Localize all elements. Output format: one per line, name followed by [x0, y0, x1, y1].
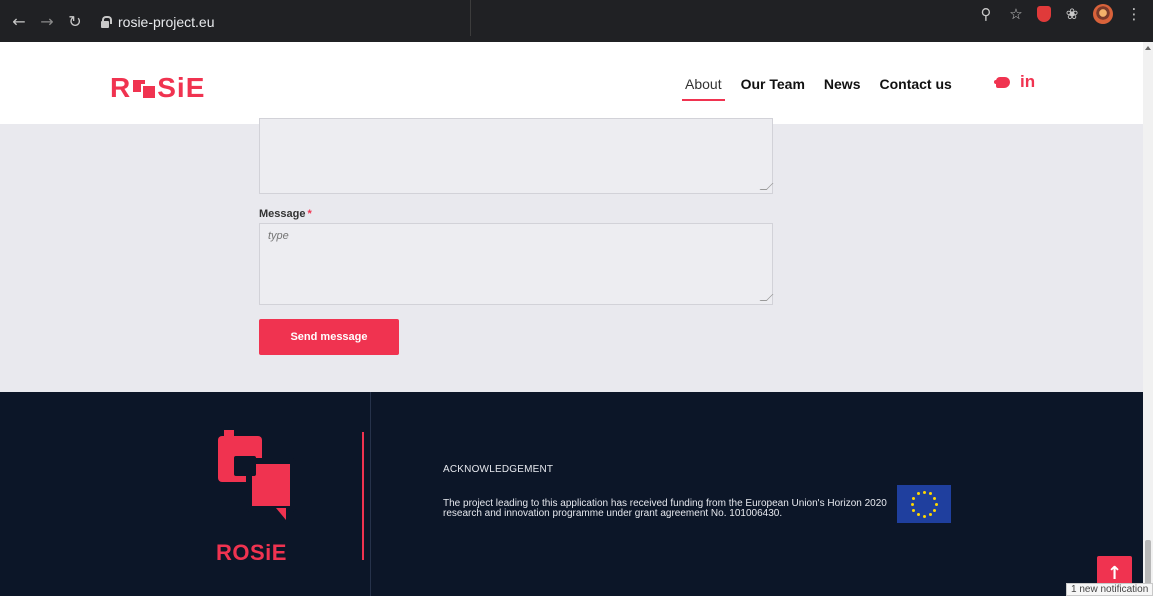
eu-star: [912, 508, 916, 512]
toolbar-actions: ⚲ ☆ ❀ ⋮: [977, 4, 1143, 24]
puzzle-extensions-icon[interactable]: ❀: [1063, 5, 1081, 23]
address-bar[interactable]: rosie-project.eu: [100, 0, 1060, 36]
nav-our-team[interactable]: Our Team: [741, 76, 805, 92]
previous-field-textarea[interactable]: [259, 118, 773, 194]
social-links: in: [994, 73, 1035, 90]
site-footer: ROSiE ACKNOWLEDGEMENT The project leadin…: [0, 392, 1143, 596]
eu-star: [916, 492, 920, 496]
eu-star: [928, 512, 932, 516]
logo-tail: [276, 508, 286, 520]
eu-star: [928, 492, 932, 496]
eu-star: [932, 496, 936, 500]
eu-star: [934, 502, 938, 506]
nav-contact-us[interactable]: Contact us: [879, 76, 951, 92]
acknowledgement-text: The project leading to this application …: [443, 498, 887, 519]
shield-extension-icon[interactable]: [1037, 6, 1051, 22]
eu-star: [922, 490, 926, 494]
contact-form: Message* Send message: [0, 118, 1143, 392]
required-mark: *: [307, 208, 312, 220]
acknowledgement-title: ACKNOWLEDGEMENT: [443, 464, 554, 475]
logo-letters-sie: SiE: [157, 72, 206, 103]
eu-flag-icon: [897, 485, 951, 523]
page: ← → ↻ rosie-project.eu ⚲ ☆ ❀ ⋮ R SiE Abou…: [0, 0, 1153, 596]
footer-logo-icon: [218, 430, 298, 528]
main-nav: About Our Team News Contact us: [682, 76, 971, 101]
zoom-icon[interactable]: ⚲: [977, 5, 995, 23]
lock-icon: [100, 16, 112, 28]
eu-star: [916, 512, 920, 516]
footer-divider: [362, 432, 364, 560]
omnibox-row: ← → ↻ rosie-project.eu: [8, 0, 1145, 36]
url-separator: [470, 0, 471, 36]
nav-news[interactable]: News: [824, 76, 861, 92]
message-label: Message *: [259, 208, 312, 220]
footer-brand-name: ROSiE: [216, 540, 287, 565]
message-label-text: Message: [259, 208, 306, 220]
page-scrollbar[interactable]: [1143, 42, 1153, 596]
eu-star: [910, 502, 914, 506]
logo-square-icon: [133, 78, 158, 100]
twitter-icon[interactable]: [994, 75, 1012, 89]
browser-toolbar: ← → ↻ rosie-project.eu ⚲ ☆ ❀ ⋮: [0, 0, 1153, 42]
bookmark-star-icon[interactable]: ☆: [1007, 5, 1025, 23]
eu-star: [932, 508, 936, 512]
message-textarea[interactable]: [259, 223, 773, 305]
url-text: rosie-project.eu: [118, 14, 215, 30]
site-header: R SiE About Our Team News Contact us in: [0, 42, 1143, 124]
eu-star: [912, 496, 916, 500]
logo-cutout: [234, 456, 256, 476]
linkedin-icon[interactable]: in: [1020, 73, 1035, 90]
send-message-button[interactable]: Send message: [259, 319, 399, 355]
reload-icon[interactable]: ↻: [64, 11, 86, 33]
menu-kebab-icon[interactable]: ⋮: [1125, 5, 1143, 23]
footer-seam: [370, 392, 371, 596]
notification-tooltip: 1 new notification: [1066, 583, 1153, 596]
logo-letter-r: R: [110, 72, 132, 103]
profile-avatar[interactable]: [1093, 4, 1113, 24]
back-icon[interactable]: ←: [8, 11, 30, 33]
scroll-up-arrow-icon[interactable]: [1145, 46, 1151, 50]
forward-icon[interactable]: →: [36, 11, 58, 33]
nav-about[interactable]: About: [682, 76, 725, 101]
site-logo[interactable]: R SiE: [110, 72, 205, 104]
eu-star: [922, 514, 926, 518]
